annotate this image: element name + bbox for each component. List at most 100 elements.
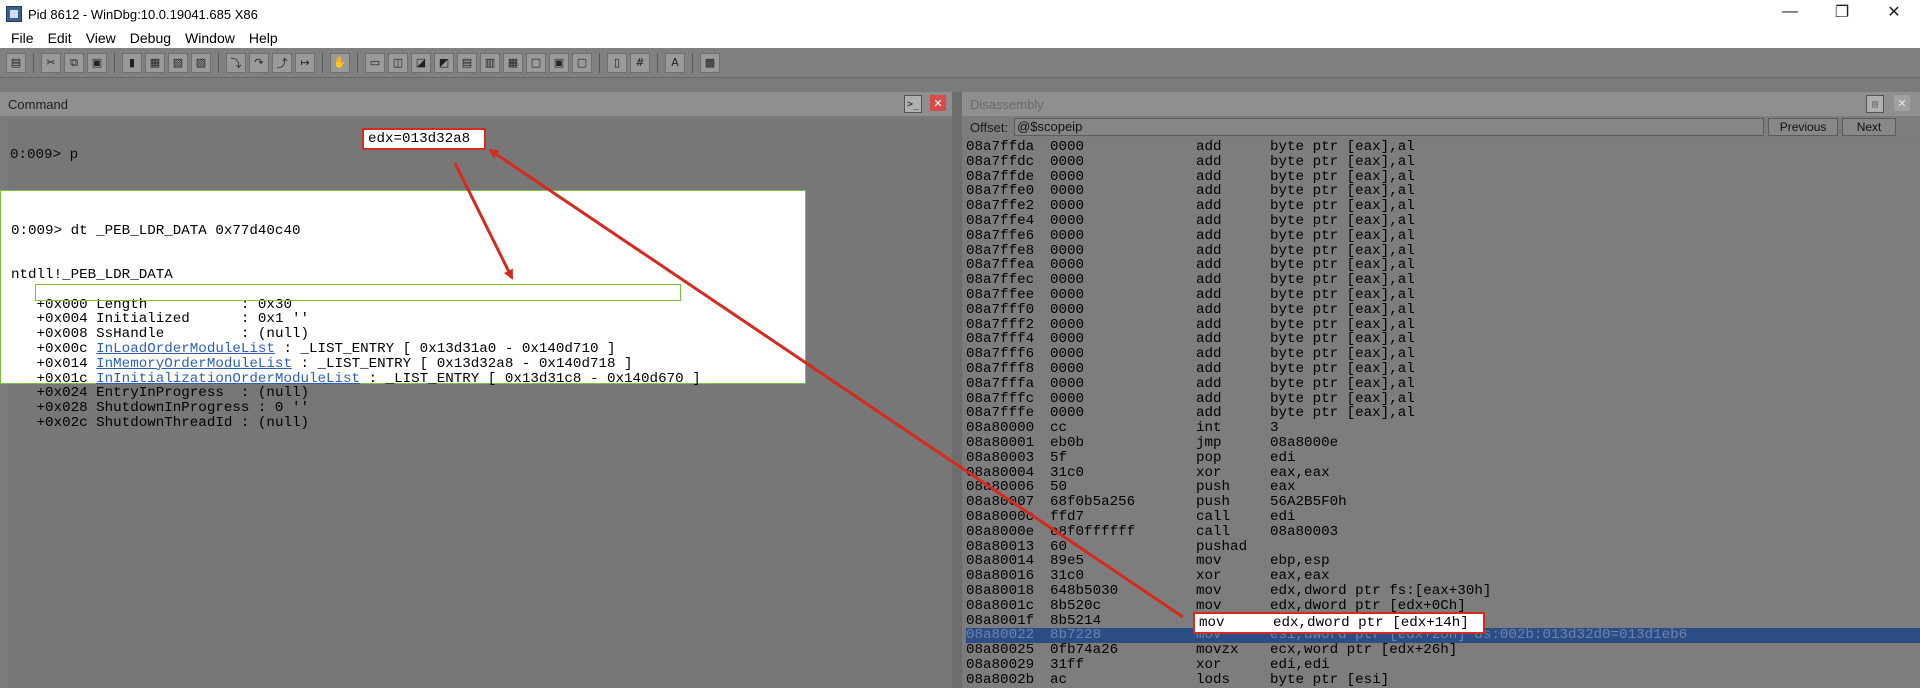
registers-icon[interactable]: ◩	[434, 52, 454, 73]
disassembly-row[interactable]: 08a80029 31ff xor edi,edi	[966, 658, 1920, 673]
disassembly-row[interactable]: 08a80007 68f0b5a256 push 56A2B5F0h	[966, 495, 1920, 510]
instruction-bytes: 0000	[1050, 153, 1085, 170]
scratch-icon[interactable]: □	[526, 52, 546, 73]
stop-icon[interactable]: ▧	[168, 52, 188, 73]
field-offset: +0x004	[11, 311, 97, 328]
restart-icon[interactable]: ▦	[145, 52, 165, 73]
hand-icon[interactable]: ✋	[330, 52, 350, 73]
menu-view[interactable]: View	[79, 30, 123, 46]
menu-help[interactable]: Help	[242, 30, 285, 46]
disassembly-row[interactable]: 08a80018 648b5030 mov edx,dword ptr fs:[eax…	[966, 584, 1920, 599]
instruction-operands: byte ptr [eax],al	[1270, 227, 1415, 244]
command-icon[interactable]: ▭	[365, 52, 385, 73]
disassembly-row[interactable]: 08a7fffa 0000 add byte ptr [eax],al	[966, 376, 1920, 392]
processes-icon[interactable]: ▣	[549, 52, 569, 73]
field-offset: +0x028	[11, 400, 97, 417]
disassembly-row[interactable]: 08a7ffe4 0000 add byte ptr [eax],al	[966, 214, 1920, 229]
close-button[interactable]: ✕	[1868, 0, 1920, 24]
instruction-bytes: 5f	[1050, 449, 1068, 466]
offset-input[interactable]: @$scopeip	[1014, 118, 1765, 136]
previous-button[interactable]: Previous	[1768, 118, 1839, 136]
disassembly-row[interactable]: 08a8002b ac lods byte ptr [esi]	[966, 672, 1920, 688]
disassembly-row[interactable]: 08a7fffe 0000 add byte ptr [eax],al	[966, 406, 1920, 421]
disassembly-row[interactable]: 08a7ffda 0000 add byte ptr [eax],al	[966, 140, 1920, 155]
disassembly-icon[interactable]: ▦	[503, 52, 523, 73]
disassembly-row[interactable]: 08a8000c ffd7 call edi	[966, 510, 1920, 525]
instruction-bytes: 0000	[1050, 316, 1085, 333]
disassembly-row[interactable]: 08a80006 50 push eax	[966, 480, 1920, 495]
break-icon[interactable]: ▨	[191, 52, 211, 73]
disassembly-row[interactable]: 08a7ffec 0000 add byte ptr [eax],al	[966, 273, 1920, 288]
disassembly-row[interactable]: 08a80016 31c0 xor eax,eax	[966, 569, 1920, 584]
hex-icon[interactable]: #	[630, 52, 650, 73]
instruction-bytes: 0000	[1050, 227, 1085, 244]
run-to-cursor-icon[interactable]: ↦	[295, 52, 315, 73]
instruction-mnemonic: mov	[1196, 553, 1222, 570]
instruction-address: 08a80018	[966, 582, 1035, 599]
close-command-icon[interactable]: ✕	[930, 95, 946, 111]
copy-icon[interactable]: ⧉	[64, 52, 84, 73]
locals-icon[interactable]: ◪	[411, 52, 431, 73]
menu-debug[interactable]: Debug	[123, 30, 178, 46]
disassembly-row[interactable]: 08a80025 0fb74a26 movzx ecx,word ptr [edx+2…	[966, 643, 1920, 658]
step-over-icon[interactable]: ↷	[249, 52, 269, 73]
disassembly-row[interactable]: 08a7ffe6 0000 add byte ptr [eax],al	[966, 227, 1920, 244]
memory-icon[interactable]: ▤	[457, 52, 477, 73]
go-icon[interactable]: ▮	[122, 52, 142, 73]
paste-icon[interactable]: ▣	[87, 52, 107, 73]
disassembly-row[interactable]: 08a7fff8 0000 add byte ptr [eax],al	[966, 362, 1920, 377]
disassembly-row[interactable]: 08a7ffe0 0000 add byte ptr [eax],al	[966, 184, 1920, 199]
disassembly-row[interactable]: 08a80004 31c0 xor eax,eax	[966, 464, 1920, 481]
instruction-address: 08a8001f	[966, 612, 1035, 629]
source-mode-icon[interactable]: ▢	[572, 52, 592, 73]
step-into-icon[interactable]: ⤵	[226, 52, 246, 73]
close-disassembly-icon[interactable]: ✕	[1894, 95, 1910, 111]
disassembly-row[interactable]: 08a80001 eb0b jmp 08a8000e	[966, 436, 1920, 451]
disassembly-row[interactable]: 08a80003 5f pop edi	[966, 449, 1920, 466]
options-icon[interactable]: ▩	[700, 52, 720, 73]
instruction-mnemonic: xor	[1196, 464, 1222, 481]
instruction-address: 08a80003	[966, 449, 1035, 466]
command-panel-title: Command	[8, 96, 68, 112]
disassembly-row[interactable]: 08a7ffee 0000 add byte ptr [eax],al	[966, 288, 1920, 303]
disassembly-row[interactable]: 08a80013 60 pushad	[966, 539, 1920, 555]
field-name-link[interactable]: InLoadOrderModuleList	[96, 341, 275, 357]
disassembly-row[interactable]: 08a7fff2 0000 add byte ptr [eax],al	[966, 316, 1920, 333]
disassembly-row[interactable]: 08a80000 cc int 3	[966, 421, 1920, 436]
minimize-button[interactable]: —	[1764, 0, 1816, 24]
disassembly-row[interactable]: 08a7ffe8 0000 add byte ptr [eax],al	[966, 243, 1920, 259]
callstack-icon[interactable]: ▥	[480, 52, 500, 73]
source-lines-icon[interactable]: ▯	[607, 52, 627, 73]
disassembly-row[interactable]: 08a7fff4 0000 add byte ptr [eax],al	[966, 332, 1920, 347]
instruction-operands: byte ptr [eax],al	[1270, 331, 1415, 348]
disassembly-window-icon[interactable]: ▤	[1866, 95, 1884, 113]
disassembly-row[interactable]: 08a8000e e8f0ffffff call 08a80003	[966, 524, 1920, 540]
watch-icon[interactable]: ◫	[388, 52, 408, 73]
instruction-mnemonic: add	[1196, 316, 1222, 333]
menu-edit[interactable]: Edit	[41, 30, 79, 46]
next-button[interactable]: Next	[1842, 118, 1897, 136]
command-window-icon[interactable]: >_	[904, 95, 922, 113]
disassembly-row[interactable]: 08a7fff6 0000 add byte ptr [eax],al	[966, 347, 1920, 362]
disassembly-row[interactable]: 08a7ffea 0000 add byte ptr [eax],al	[966, 258, 1920, 273]
menu-file[interactable]: File	[4, 30, 41, 46]
step-out-icon[interactable]: ⤴	[272, 52, 292, 73]
panel-splitter[interactable]	[952, 92, 962, 688]
restore-button[interactable]: ❐	[1816, 0, 1868, 24]
open-icon[interactable]: ▤	[6, 52, 26, 73]
disassembly-row[interactable]: 08a80014 89e5 mov ebp,esp	[966, 554, 1920, 569]
menu-window[interactable]: Window	[178, 30, 242, 46]
disassembly-row[interactable]: 08a7fff0 0000 add byte ptr [eax],al	[966, 302, 1920, 318]
disassembly-row[interactable]: 08a7fffc 0000 add byte ptr [eax],al	[966, 391, 1920, 407]
instruction-address: 08a7ffe2	[966, 198, 1035, 215]
field-name-link[interactable]: InInitializationOrderModuleList	[96, 371, 360, 387]
instruction-mnemonic: xor	[1196, 656, 1222, 673]
disassembly-row[interactable]: 08a7ffdc 0000 add byte ptr [eax],al	[966, 153, 1920, 170]
font-icon[interactable]: A	[665, 52, 685, 73]
disassembly-row[interactable]: 08a7ffe2 0000 add byte ptr [eax],al	[966, 199, 1920, 214]
disassembly-row[interactable]: 08a7ffde 0000 add byte ptr [eax],al	[966, 169, 1920, 185]
disassembly-listing[interactable]: 08a7ffda 0000 add byte ptr [eax],al 08a7ffdc…	[966, 140, 1920, 688]
cut-icon[interactable]: ✂	[41, 52, 61, 73]
windbg-app-icon	[6, 6, 22, 22]
field-name-link[interactable]: InMemoryOrderModuleList	[96, 356, 292, 372]
